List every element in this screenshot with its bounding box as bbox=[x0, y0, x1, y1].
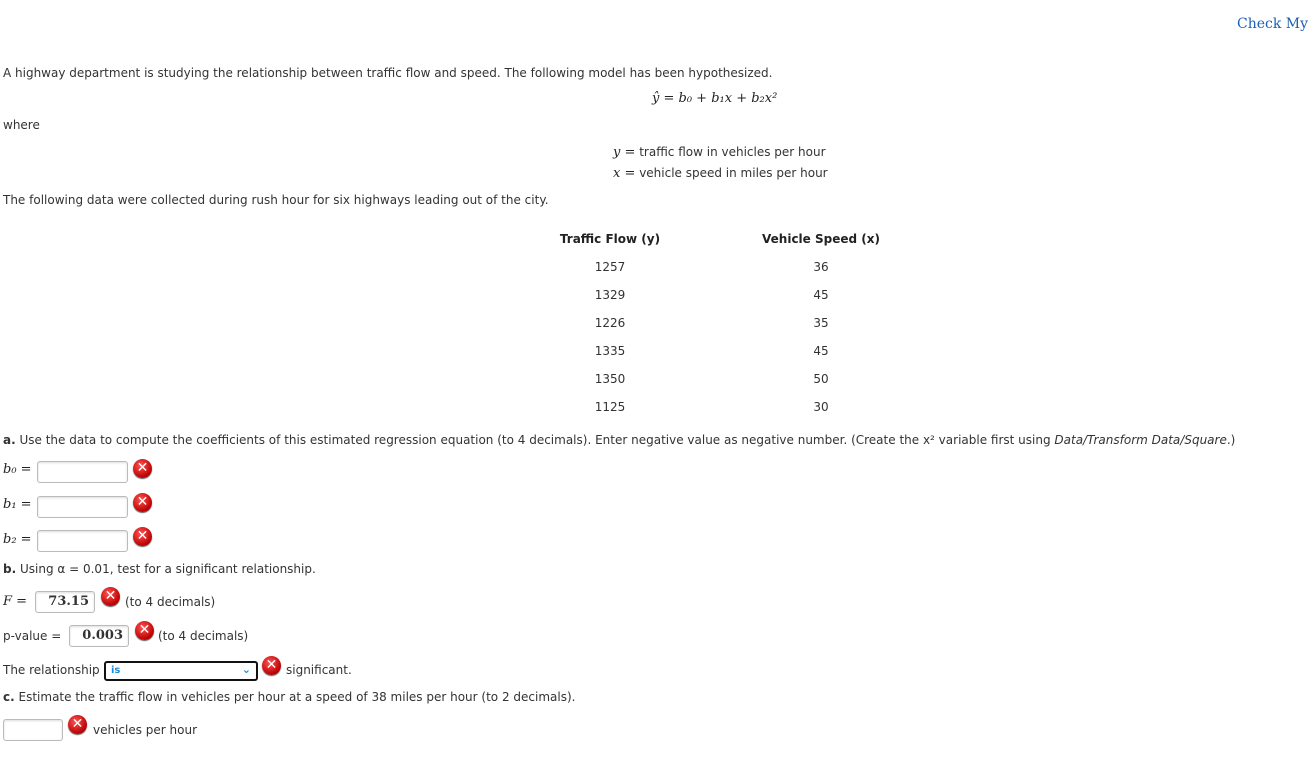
intro-text: A highway department is studying the rel… bbox=[3, 66, 773, 80]
model-equation: ŷ = b₀ + b₁x + b₂x² bbox=[652, 91, 778, 106]
data-intro-text: The following data were collected during… bbox=[3, 193, 549, 207]
b1-input[interactable] bbox=[37, 496, 128, 518]
traffic-flow-cell: 1257 bbox=[594, 260, 626, 274]
vehicle-speed-cell: 50 bbox=[813, 372, 829, 386]
header-vehicle-speed: Vehicle Speed (x) bbox=[762, 232, 880, 246]
b2-label: b₂ = bbox=[3, 532, 32, 547]
vehicle-speed-cell: 45 bbox=[813, 288, 829, 302]
vehicle-speed-cell: 36 bbox=[813, 260, 829, 274]
header-traffic-flow: Traffic Flow (y) bbox=[559, 232, 661, 246]
chevron-down-icon: ⌄ bbox=[241, 663, 251, 676]
f-input[interactable]: 73.15 bbox=[35, 591, 95, 613]
incorrect-x-icon: ✕ bbox=[133, 459, 152, 478]
part-a-text: a. Use the data to compute the coefficie… bbox=[3, 433, 1236, 447]
relationship-select[interactable]: is ⌄ bbox=[104, 661, 258, 681]
traffic-flow-cell: 1226 bbox=[594, 316, 626, 330]
relationship-suffix: significant. bbox=[286, 663, 352, 677]
unit-label: vehicles per hour bbox=[93, 723, 198, 737]
incorrect-x-icon: ✕ bbox=[101, 587, 120, 606]
b0-label: b₀ = bbox=[3, 462, 32, 477]
definition-y: y = traffic flow in vehicles per hour bbox=[613, 145, 826, 160]
traffic-flow-input[interactable] bbox=[3, 719, 63, 741]
traffic-flow-cell: 1335 bbox=[594, 344, 626, 358]
b0-input[interactable] bbox=[37, 461, 128, 483]
incorrect-x-icon: ✕ bbox=[133, 493, 152, 512]
traffic-flow-cell: 1329 bbox=[594, 288, 626, 302]
b1-label: b₁ = bbox=[3, 497, 32, 512]
traffic-flow-cell: 1125 bbox=[594, 400, 626, 414]
definition-x: x = vehicle speed in miles per hour bbox=[613, 166, 828, 181]
selected-value: is bbox=[111, 665, 121, 676]
f-label: F = bbox=[3, 594, 28, 609]
part-c-text: c. Estimate the traffic flow in vehicles… bbox=[3, 690, 576, 704]
traffic-flow-cell: 1350 bbox=[594, 372, 626, 386]
f-hint: (to 4 decimals) bbox=[125, 595, 216, 609]
incorrect-x-icon: ✕ bbox=[262, 656, 281, 675]
check-my-work-link[interactable]: Check My W bbox=[1237, 16, 1308, 32]
vehicle-speed-cell: 35 bbox=[813, 316, 829, 330]
incorrect-x-icon: ✕ bbox=[68, 715, 87, 734]
relationship-label: The relationship bbox=[3, 663, 100, 677]
p-value-input[interactable]: 0.003 bbox=[69, 625, 129, 647]
p-hint: (to 4 decimals) bbox=[158, 629, 249, 643]
incorrect-x-icon: ✕ bbox=[135, 621, 154, 640]
vehicle-speed-cell: 45 bbox=[813, 344, 829, 358]
p-value-label: p-value = bbox=[3, 629, 62, 643]
incorrect-x-icon: ✕ bbox=[133, 527, 152, 546]
b2-input[interactable] bbox=[37, 530, 128, 552]
vehicle-speed-cell: 30 bbox=[813, 400, 829, 414]
where-text: where bbox=[3, 118, 40, 132]
part-b-text: b. Using α = 0.01, test for a significan… bbox=[3, 562, 316, 576]
